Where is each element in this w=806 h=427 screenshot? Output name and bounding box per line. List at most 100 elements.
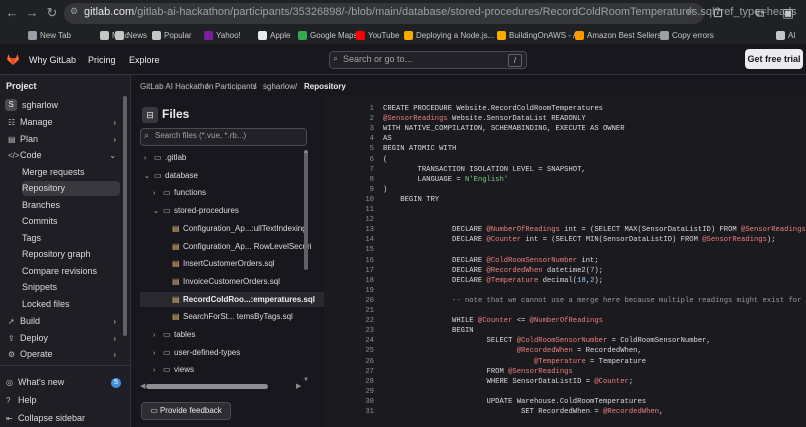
sidebar-item-build[interactable]: ➚ Build ›	[8, 314, 120, 329]
sidebar-item-merge-requests[interactable]: Merge requests	[22, 165, 120, 180]
provide-feedback-button[interactable]: ▭ Provide feedback	[141, 402, 231, 420]
line-number[interactable]: 29	[324, 388, 374, 396]
sidebar-item-manage[interactable]: ☷ Manage ›	[8, 115, 120, 130]
line-number[interactable]: 20	[324, 297, 374, 305]
tree-file[interactable]: ▤ Configuration_Ap...:ullTextIndexing	[162, 221, 307, 236]
file-tree-icon[interactable]: ⊟	[142, 107, 158, 123]
sidebar-item-repository-graph[interactable]: Repository graph	[22, 247, 120, 262]
line-number[interactable]: 6	[324, 156, 374, 164]
bookmark-item[interactable]: YouTube	[356, 29, 399, 43]
tree-folder[interactable]: › ▭ tables	[153, 327, 195, 342]
scroll-down-icon[interactable]: ▼	[303, 377, 309, 383]
sidebar-item-tags[interactable]: Tags	[22, 231, 120, 246]
line-number[interactable]: 4	[324, 135, 374, 143]
line-number[interactable]: 3	[324, 125, 374, 133]
project-name[interactable]: sgharlow	[22, 100, 58, 110]
forward-icon[interactable]: →	[24, 5, 40, 21]
line-number[interactable]: 13	[324, 226, 374, 234]
bookmark-item[interactable]: Google Maps	[298, 29, 358, 43]
line-number[interactable]: 31	[324, 408, 374, 416]
reload-icon[interactable]: ↻	[44, 5, 60, 21]
scroll-left-icon[interactable]: ◀	[140, 382, 145, 390]
line-number[interactable]: 5	[324, 145, 374, 153]
line-number[interactable]: 9	[324, 186, 374, 194]
bookmark-item[interactable]: Amazon Best Sellers...	[575, 29, 668, 43]
tree-file[interactable]: ▤ SearchForSt... temsByTags.sql	[162, 309, 293, 324]
breadcrumb-item[interactable]: GitLab AI Hackathon	[140, 82, 213, 91]
get-free-trial-button[interactable]: Get free trial	[745, 49, 803, 69]
line-number[interactable]: 17	[324, 267, 374, 275]
file-search-input[interactable]: ⌕ Search files (*.vue, *.rb...)	[140, 128, 307, 146]
line-number[interactable]: 27	[324, 368, 374, 376]
line-number[interactable]: 2	[324, 115, 374, 123]
line-number[interactable]: 10	[324, 196, 374, 204]
tree-folder[interactable]: › ▭ functions	[153, 185, 206, 200]
line-number[interactable]: 7	[324, 166, 374, 174]
line-number[interactable]: 15	[324, 246, 374, 254]
install-icon[interactable]: ⊡	[710, 5, 726, 21]
line-number[interactable]: 8	[324, 176, 374, 184]
breadcrumb-item[interactable]: Participants	[215, 82, 257, 91]
site-info-icon[interactable]: ⚙	[70, 6, 78, 17]
breadcrumb-item[interactable]: sgharlow	[263, 82, 295, 91]
global-search[interactable]: ⌕ Search or go to... /	[329, 51, 527, 69]
sidebar-item-plan[interactable]: ▤ Plan ›	[8, 132, 120, 147]
back-icon[interactable]: ←	[4, 5, 20, 21]
sidebar-footer-help[interactable]: ? Help	[6, 393, 118, 408]
bookmark-item[interactable]: Copy errors	[660, 29, 714, 43]
address-bar[interactable]: ⚙ gitlab.com/gitlab-ai-hackathon/partici…	[64, 3, 797, 24]
bookmark-item[interactable]: Deploying a Node.js...	[404, 29, 494, 43]
line-number[interactable]: 28	[324, 378, 374, 386]
tree-folder[interactable]: › ▭ .gitlab	[144, 150, 186, 165]
sidebar-item-branches[interactable]: Branches	[22, 198, 120, 213]
line-number[interactable]: 12	[324, 216, 374, 224]
sidebar-item-code[interactable]: </>Code ⌄	[8, 148, 120, 163]
project-avatar[interactable]: S	[5, 99, 17, 111]
bookmark-item[interactable]: Al	[776, 29, 795, 43]
tree-folder[interactable]: ⌄ ▭ database	[144, 168, 198, 183]
sidebar-item-locked-files[interactable]: Locked files	[22, 297, 120, 312]
line-number[interactable]: 22	[324, 317, 374, 325]
line-number[interactable]: 11	[324, 206, 374, 214]
tree-file[interactable]: ▤ Configuration_Ap... RowLevelSecuri	[162, 239, 312, 254]
bookmark-item[interactable]: Popular	[152, 29, 192, 43]
sidebar-footer-collapse-sidebar[interactable]: ⇤ Collapse sidebar	[6, 411, 118, 426]
gitlab-logo-icon[interactable]	[6, 52, 20, 66]
tree-file[interactable]: ▤ InsertCustomerOrders.sql	[162, 256, 275, 271]
line-number[interactable]: 14	[324, 236, 374, 244]
sidebar-item-snippets[interactable]: Snippets	[22, 280, 120, 295]
tree-folder[interactable]: › ▭ views	[153, 362, 194, 377]
line-number[interactable]: 1	[324, 105, 374, 113]
tree-horizontal-scrollbar[interactable]	[146, 384, 268, 389]
line-number[interactable]: 19	[324, 287, 374, 295]
nav-why-gitlab[interactable]: Why GitLab	[29, 55, 76, 65]
line-number[interactable]: 25	[324, 347, 374, 355]
sidebar-footer-what-s-new[interactable]: ◎ What's new 5	[6, 375, 121, 390]
line-number[interactable]: 23	[324, 327, 374, 335]
line-number[interactable]: 21	[324, 307, 374, 315]
nav-explore[interactable]: Explore	[129, 55, 160, 65]
tree-folder[interactable]: › ▭ user-defined-types	[153, 345, 240, 360]
sidebar-item-operate[interactable]: ⚙ Operate ›	[8, 347, 120, 362]
line-number[interactable]: 18	[324, 277, 374, 285]
breadcrumb-item[interactable]: Repository	[304, 82, 346, 91]
bookmark-item[interactable]: Yahoo!	[204, 29, 241, 43]
bookmark-star-icon[interactable]: ☆	[686, 6, 695, 17]
bookmark-item[interactable]: BuildingOnAWS - A...	[497, 29, 585, 43]
line-number[interactable]: 30	[324, 398, 374, 406]
extensions-icon[interactable]: ⧉	[752, 5, 768, 21]
sidebar-item-repository[interactable]: Repository	[22, 181, 120, 196]
tree-scrollbar[interactable]	[304, 150, 308, 270]
tree-folder[interactable]: ⌄ ▭ stored-procedures	[153, 203, 239, 218]
nav-pricing[interactable]: Pricing	[88, 55, 116, 65]
scroll-right-icon[interactable]: ▶	[296, 382, 301, 390]
scroll-up-icon[interactable]: ▲	[303, 149, 309, 155]
sidepanel-icon[interactable]: ▣	[780, 5, 796, 21]
line-number[interactable]: 26	[324, 358, 374, 366]
tree-file[interactable]: ▤ RecordColdRoo...:emperatures.sql	[140, 292, 324, 307]
sidebar-item-deploy[interactable]: ⇪ Deploy ›	[8, 331, 120, 346]
sidebar-item-compare-revisions[interactable]: Compare revisions	[22, 264, 120, 279]
bookmark-item[interactable]: News	[115, 29, 147, 43]
line-number[interactable]: 16	[324, 257, 374, 265]
sidebar-scrollbar[interactable]	[123, 96, 127, 336]
